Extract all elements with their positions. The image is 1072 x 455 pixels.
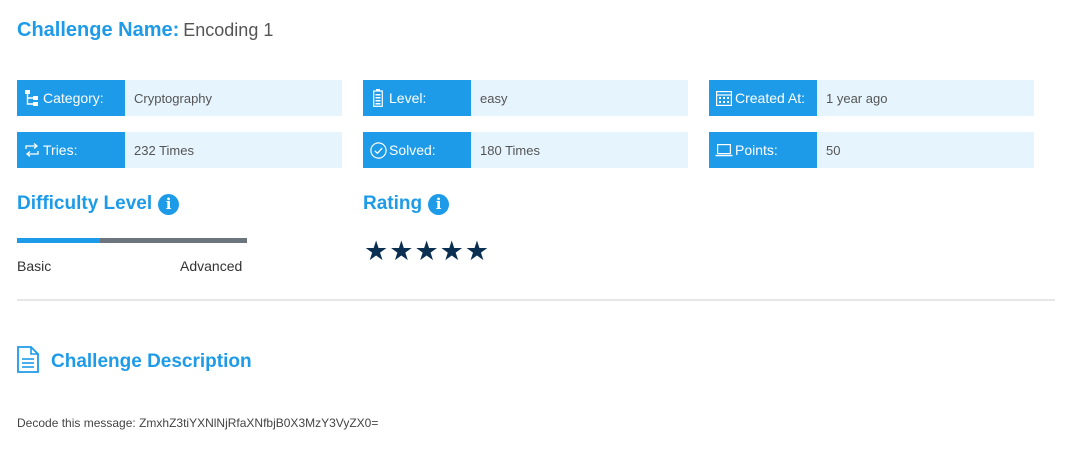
tries-box: Tries: 232 Times: [17, 132, 342, 168]
laptop-icon: [715, 141, 733, 159]
level-value: easy: [471, 80, 688, 116]
description-title: Challenge Description: [51, 351, 252, 372]
created-at-key: Created At:: [709, 80, 817, 116]
difficulty-min-label: Basic: [17, 258, 52, 274]
created-at-box: Created At: 1 year ago: [709, 80, 1034, 116]
difficulty-bar-fill: [17, 238, 100, 243]
retweet-icon: [23, 141, 41, 159]
document-icon: [17, 346, 39, 378]
rating-stars: ★ ★ ★ ★ ★: [364, 236, 490, 266]
star-icon: ★: [364, 236, 389, 266]
description-text: Decode this message: ZmxhZ3tiYXNlNjRfaXN…: [17, 416, 379, 430]
solved-value: 180 Times: [471, 132, 688, 168]
difficulty-bar: [17, 238, 247, 243]
points-label: Points:: [735, 142, 778, 158]
level-label: Level:: [389, 90, 427, 106]
category-box: Category: Cryptography: [17, 80, 342, 116]
level-key: Level:: [363, 80, 471, 116]
divider: [17, 299, 1055, 301]
check-circle-icon: [369, 141, 387, 159]
points-box: Points: 50: [709, 132, 1034, 168]
category-value: Cryptography: [125, 80, 342, 116]
points-key: Points:: [709, 132, 817, 168]
star-icon: ★: [414, 236, 439, 266]
difficulty-heading: Difficulty Level i: [17, 193, 180, 215]
calendar-icon: [715, 89, 733, 107]
rating-title: Rating: [363, 193, 423, 214]
solved-key: Solved:: [363, 132, 471, 168]
info-icon[interactable]: i: [158, 193, 180, 215]
level-box: Level: easy: [363, 80, 688, 116]
difficulty-max-label: Advanced: [180, 258, 243, 274]
challenge-name-label: Challenge Name:: [17, 19, 180, 41]
challenge-name-value: Encoding 1: [183, 20, 274, 40]
category-label: Category:: [43, 90, 104, 106]
star-icon: ★: [389, 236, 414, 266]
rating-heading: Rating i: [363, 193, 450, 215]
created-at-label: Created At:: [735, 90, 806, 106]
star-icon: ★: [464, 236, 490, 266]
challenge-title: Challenge Name: Encoding 1: [17, 19, 273, 42]
description-heading: Challenge Description: [17, 346, 252, 378]
tries-value: 232 Times: [125, 132, 342, 168]
category-key: Category:: [17, 80, 125, 116]
tries-label: Tries:: [43, 142, 78, 158]
star-icon: ★: [439, 236, 464, 266]
tries-key: Tries:: [17, 132, 125, 168]
sitemap-icon: [23, 89, 41, 107]
battery-icon: [369, 89, 387, 107]
solved-box: Solved: 180 Times: [363, 132, 688, 168]
difficulty-title: Difficulty Level: [17, 193, 153, 214]
info-icon[interactable]: i: [428, 193, 450, 215]
solved-label: Solved:: [389, 142, 436, 158]
created-at-value: 1 year ago: [817, 80, 1034, 116]
points-value: 50: [817, 132, 1034, 168]
